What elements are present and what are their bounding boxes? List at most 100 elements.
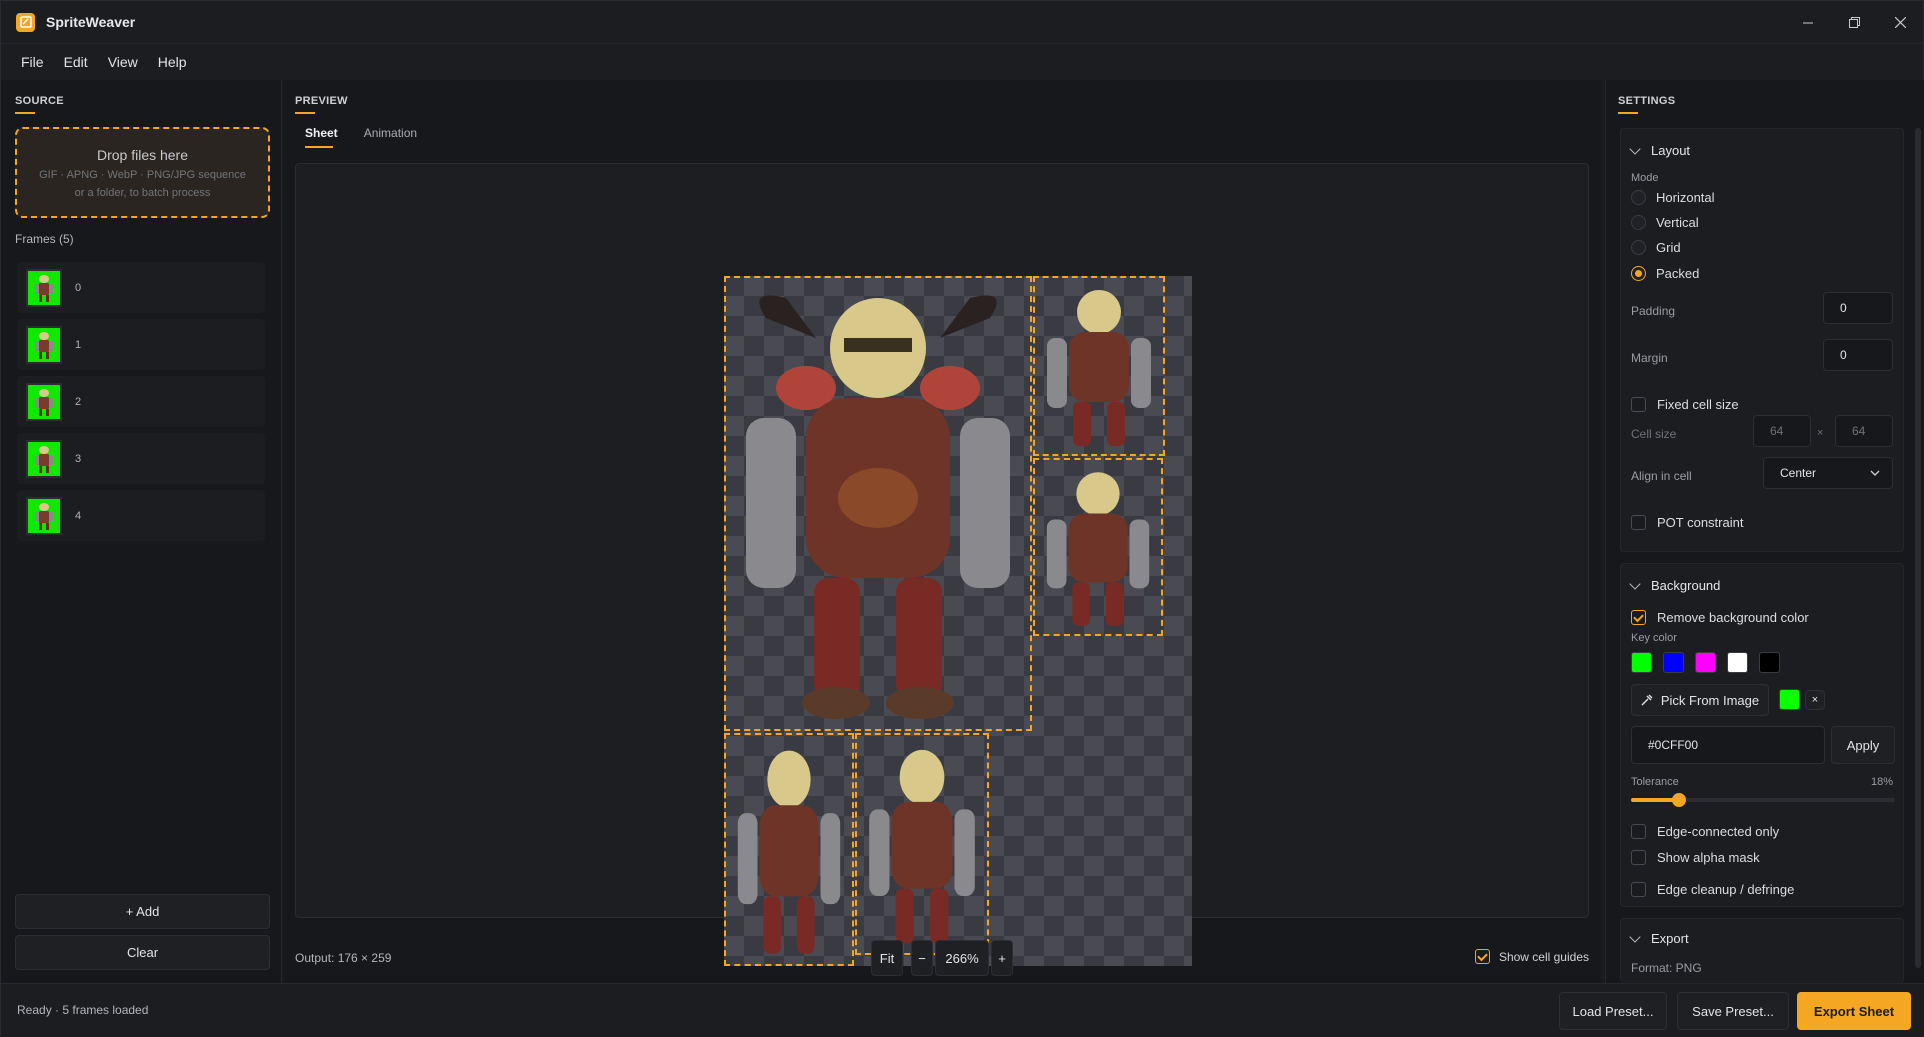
zoom-in-button[interactable]: + <box>991 940 1013 976</box>
close-icon[interactable] <box>1877 1 1923 44</box>
load-preset-button[interactable]: Load Preset... <box>1559 992 1667 1030</box>
cell-size-separator: × <box>1817 427 1824 439</box>
zoom-out-button[interactable]: − <box>911 940 933 976</box>
frame-item[interactable]: 4 <box>17 490 265 541</box>
radio-icon <box>1631 240 1646 255</box>
frame-item[interactable]: 2 <box>17 376 265 427</box>
zoom-value[interactable]: 266% <box>935 940 989 976</box>
show-cell-guides-checkbox[interactable] <box>1474 949 1490 964</box>
padding-label: Padding <box>1631 304 1676 318</box>
radio-icon <box>1631 190 1646 205</box>
show-cell-guides-label: Show cell guides <box>1498 949 1589 964</box>
swatch-magenta[interactable] <box>1695 652 1716 673</box>
padding-input[interactable]: 0 <box>1823 292 1893 324</box>
alpha-mask-checkbox[interactable] <box>1631 850 1646 865</box>
fixed-cell-size-toggle[interactable]: Fixed cell size <box>1631 397 1739 412</box>
frame-item[interactable]: 0 <box>17 262 265 313</box>
mode-packed[interactable]: Packed <box>1631 266 1699 281</box>
show-cell-guides-toggle[interactable]: Show cell guides <box>1474 949 1589 964</box>
align-in-cell-value: Center <box>1780 466 1817 480</box>
title-bar: SpriteWeaver <box>1 1 1923 44</box>
alpha-mask-toggle[interactable]: Show alpha mask <box>1631 850 1760 865</box>
frame-index: 4 <box>75 509 82 522</box>
chevron-down-icon <box>1870 470 1880 476</box>
frame-item[interactable]: 3 <box>17 433 265 484</box>
background-header-label: Background <box>1651 578 1721 593</box>
eyedropper-icon <box>1641 694 1653 706</box>
align-in-cell-label: Align in cell <box>1631 469 1692 483</box>
mode-horizontal-label: Horizontal <box>1656 190 1715 205</box>
background-header[interactable]: Background <box>1629 577 1721 593</box>
export-header[interactable]: Export <box>1629 930 1689 946</box>
edge-connected-label: Edge-connected only <box>1657 824 1780 839</box>
settings-scrollbar[interactable] <box>1915 128 1921 968</box>
cell-height-input[interactable]: 64 <box>1835 415 1893 447</box>
source-panel: SOURCE Drop files here GIF · APNG · WebP… <box>1 80 282 983</box>
cell-width-input[interactable]: 64 <box>1753 415 1811 447</box>
frame-index: 1 <box>75 338 82 351</box>
fixed-cell-size-checkbox[interactable] <box>1631 397 1646 412</box>
tab-animation[interactable]: Animation <box>364 126 417 148</box>
alpha-mask-label: Show alpha mask <box>1657 850 1760 865</box>
mode-horizontal[interactable]: Horizontal <box>1631 190 1715 205</box>
mode-grid[interactable]: Grid <box>1631 240 1681 255</box>
key-color-label: Key color <box>1631 632 1677 644</box>
layout-header-label: Layout <box>1651 143 1691 158</box>
apply-button[interactable]: Apply <box>1831 726 1895 764</box>
sheet-cell <box>1033 276 1165 456</box>
align-in-cell-select[interactable]: Center <box>1763 457 1893 489</box>
minimize-icon[interactable] <box>1785 1 1831 44</box>
menu-help[interactable]: Help <box>148 54 197 70</box>
tolerance-slider-thumb[interactable] <box>1672 793 1686 807</box>
remove-bg-toggle[interactable]: Remove background color <box>1631 610 1809 625</box>
tolerance-slider[interactable] <box>1631 793 1895 807</box>
remove-bg-checkbox[interactable] <box>1631 610 1646 625</box>
margin-input[interactable]: 0 <box>1823 339 1893 371</box>
mode-vertical-label: Vertical <box>1656 215 1699 230</box>
frame-index: 2 <box>75 395 82 408</box>
swatch-white[interactable] <box>1727 652 1748 673</box>
app-window: SpriteWeaver File Edit View Help SOURCE … <box>0 0 1924 1037</box>
swatch-blue[interactable] <box>1663 652 1684 673</box>
hex-color-input[interactable]: #0CFF00 <box>1631 726 1825 764</box>
drop-zone-title: Drop files here <box>96 147 189 163</box>
frame-index: 0 <box>75 281 82 294</box>
fit-button[interactable]: Fit <box>871 940 903 976</box>
menu-bar: File Edit View Help <box>1 44 1923 80</box>
drop-zone[interactable]: Drop files here GIF · APNG · WebP · PNG/… <box>15 127 270 218</box>
layout-header[interactable]: Layout <box>1629 142 1691 158</box>
preview-title: PREVIEW <box>295 95 348 107</box>
edge-connected-checkbox[interactable] <box>1631 824 1646 839</box>
app-logo-icon <box>16 12 35 32</box>
add-button[interactable]: + Add <box>15 894 270 929</box>
preview-canvas[interactable] <box>295 163 1589 966</box>
edge-cleanup-checkbox[interactable] <box>1631 882 1646 897</box>
pot-constraint-toggle[interactable]: POT constraint <box>1631 515 1743 530</box>
restore-icon[interactable] <box>1831 1 1877 44</box>
mode-packed-label: Packed <box>1656 266 1700 281</box>
save-preset-button[interactable]: Save Preset... <box>1677 992 1789 1030</box>
pot-constraint-checkbox[interactable] <box>1631 515 1646 530</box>
menu-view[interactable]: View <box>98 54 148 70</box>
layout-card: Layout Mode Horizontal Vertical Grid Pac… <box>1620 128 1904 552</box>
sprite-sheet <box>724 276 1192 966</box>
swatch-black[interactable] <box>1759 652 1780 673</box>
sheet-cell <box>855 733 989 955</box>
current-key-color-swatch[interactable] <box>1779 689 1800 710</box>
pick-from-image-button[interactable]: Pick From Image <box>1631 684 1769 716</box>
menu-edit[interactable]: Edit <box>54 54 98 70</box>
mode-label: Mode <box>1631 172 1659 184</box>
pot-constraint-label: POT constraint <box>1657 515 1744 530</box>
frame-item[interactable]: 1 <box>17 319 265 370</box>
edge-cleanup-toggle[interactable]: Edge cleanup / defringe <box>1631 882 1794 897</box>
swatch-green[interactable] <box>1631 652 1652 673</box>
tab-sheet[interactable]: Sheet <box>305 126 338 148</box>
edge-connected-toggle[interactable]: Edge-connected only <box>1631 824 1779 839</box>
clear-button[interactable]: Clear <box>15 935 270 970</box>
frame-thumbnail <box>26 439 62 478</box>
mode-vertical[interactable]: Vertical <box>1631 215 1699 230</box>
menu-file[interactable]: File <box>11 54 54 70</box>
export-sheet-button[interactable]: Export Sheet <box>1797 992 1911 1030</box>
clear-key-color-button[interactable]: × <box>1805 690 1825 710</box>
drop-zone-hint: or a folder, to batch process <box>74 187 211 199</box>
